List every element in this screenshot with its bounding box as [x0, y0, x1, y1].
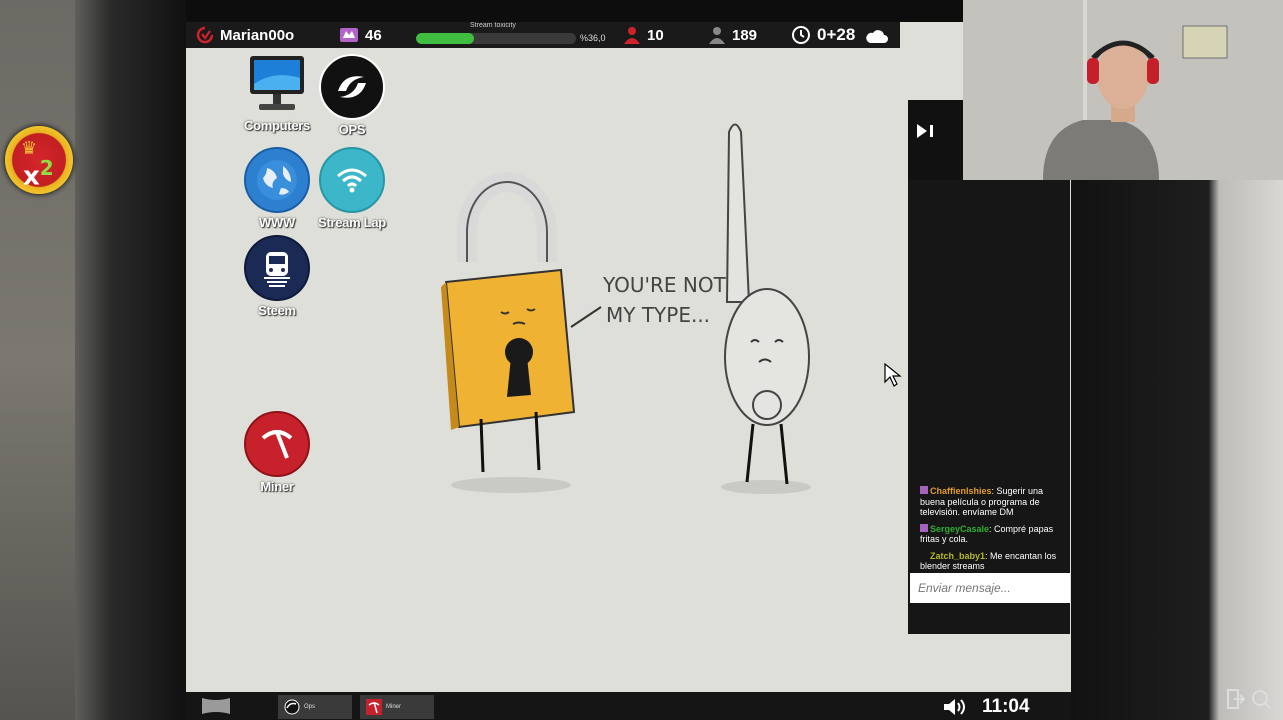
wallpaper-caption-1: YOU'RE NOT	[602, 273, 727, 297]
desktop-icon-steem[interactable]: Steem	[238, 235, 316, 318]
desktop-icon-label: Stream Lap	[318, 215, 386, 230]
start-menu-icon[interactable]	[200, 696, 232, 716]
subscriber-person-icon	[624, 27, 640, 44]
volume-icon[interactable]	[942, 698, 968, 716]
chat-message: SergeyCasale: Compré papas fritas y cola…	[920, 523, 1054, 544]
user-logo-icon	[196, 26, 214, 44]
wifi-icon	[319, 147, 385, 213]
level-value: 46	[365, 26, 382, 44]
search-icon[interactable]	[1250, 688, 1272, 710]
miner-task-icon	[366, 699, 382, 715]
room-background-left	[0, 0, 186, 720]
desktop-icon-www[interactable]: WWW	[238, 147, 316, 230]
room-background-top	[186, 0, 963, 22]
mouse-cursor-icon	[884, 362, 902, 387]
task-miner[interactable]: Miner	[360, 695, 434, 719]
subscribers-info: 10	[623, 22, 664, 48]
multiplier-number: 2	[39, 156, 54, 180]
exit-icon[interactable]	[1226, 688, 1246, 710]
room-background-right	[1070, 180, 1283, 720]
pickaxe-icon	[244, 411, 310, 477]
desktop-icon-miner[interactable]: Miner	[238, 411, 316, 494]
taskbar: Ops Miner 11:04	[186, 692, 1071, 720]
username: Marian00o	[220, 26, 295, 44]
task-label: Ops	[304, 704, 316, 710]
webcam-overlay	[963, 0, 1283, 180]
subscribers-count: 10	[647, 26, 664, 44]
toxicity-bar	[416, 33, 576, 44]
desktop-icon-computers[interactable]: Computers	[238, 54, 316, 133]
desktop-icon-label: OPS	[338, 122, 366, 137]
task-ops[interactable]: Ops	[278, 695, 352, 719]
task-label: Miner	[386, 704, 402, 710]
multiplier-x: x	[23, 161, 40, 192]
chat-messages: Chaffienlshies: Sugerir una buena pelícu…	[920, 486, 1070, 578]
desktop-icon-label: Miner	[260, 479, 294, 494]
desktop-icon-stream-lap[interactable]: Stream Lap	[313, 147, 391, 230]
taskbar-clock: 11:04	[982, 696, 1030, 717]
toxicity-label: Stream toxicity	[470, 22, 516, 29]
desktop-icon-label: Steem	[258, 303, 296, 318]
stream-side-panel	[908, 100, 963, 180]
desktop-icon-label: WWW	[259, 215, 295, 230]
toxicity-percent: %36,0	[580, 33, 606, 43]
cloud-icon[interactable]	[866, 28, 888, 44]
chat-message-input[interactable]	[910, 573, 1070, 603]
clock-icon	[792, 26, 810, 44]
ops-swirl-icon	[319, 54, 385, 120]
viewer-person-icon	[709, 27, 725, 44]
toxicity-fill	[416, 33, 474, 44]
hud-topbar: Marian00o 46 Stream toxicity %36,0 10 18…	[186, 22, 900, 48]
stream-chat: Chaffienlshies: Sugerir una buena pelícu…	[908, 180, 1070, 634]
play-icon[interactable]	[914, 122, 938, 140]
viewers-info: 189	[708, 22, 757, 48]
ops-task-icon	[284, 699, 300, 715]
desktop-icon-ops[interactable]: OPS	[313, 54, 391, 137]
viewers-count: 189	[732, 26, 758, 44]
user-info: Marian00o	[196, 22, 294, 48]
chat-message: Chaffienlshies: Sugerir una buena pelícu…	[920, 486, 1044, 517]
time-value: 0+28	[817, 25, 856, 44]
wallpaper-lock-key: YOU'RE NOT MY TYPE...	[441, 123, 811, 494]
desktop-icon-label: Computers	[244, 118, 310, 133]
multiplier-badge: ♛ x2	[5, 126, 73, 194]
level-info: 46	[339, 22, 382, 48]
monitor-icon	[246, 54, 308, 116]
train-icon	[244, 235, 310, 301]
chat-message: Zatch_baby1: Me encantan los blender str…	[920, 550, 1057, 572]
time-info: 0+28	[791, 22, 855, 48]
wallpaper-caption-2: MY TYPE...	[606, 303, 710, 327]
cat-level-icon	[340, 28, 358, 42]
globe-icon	[244, 147, 310, 213]
